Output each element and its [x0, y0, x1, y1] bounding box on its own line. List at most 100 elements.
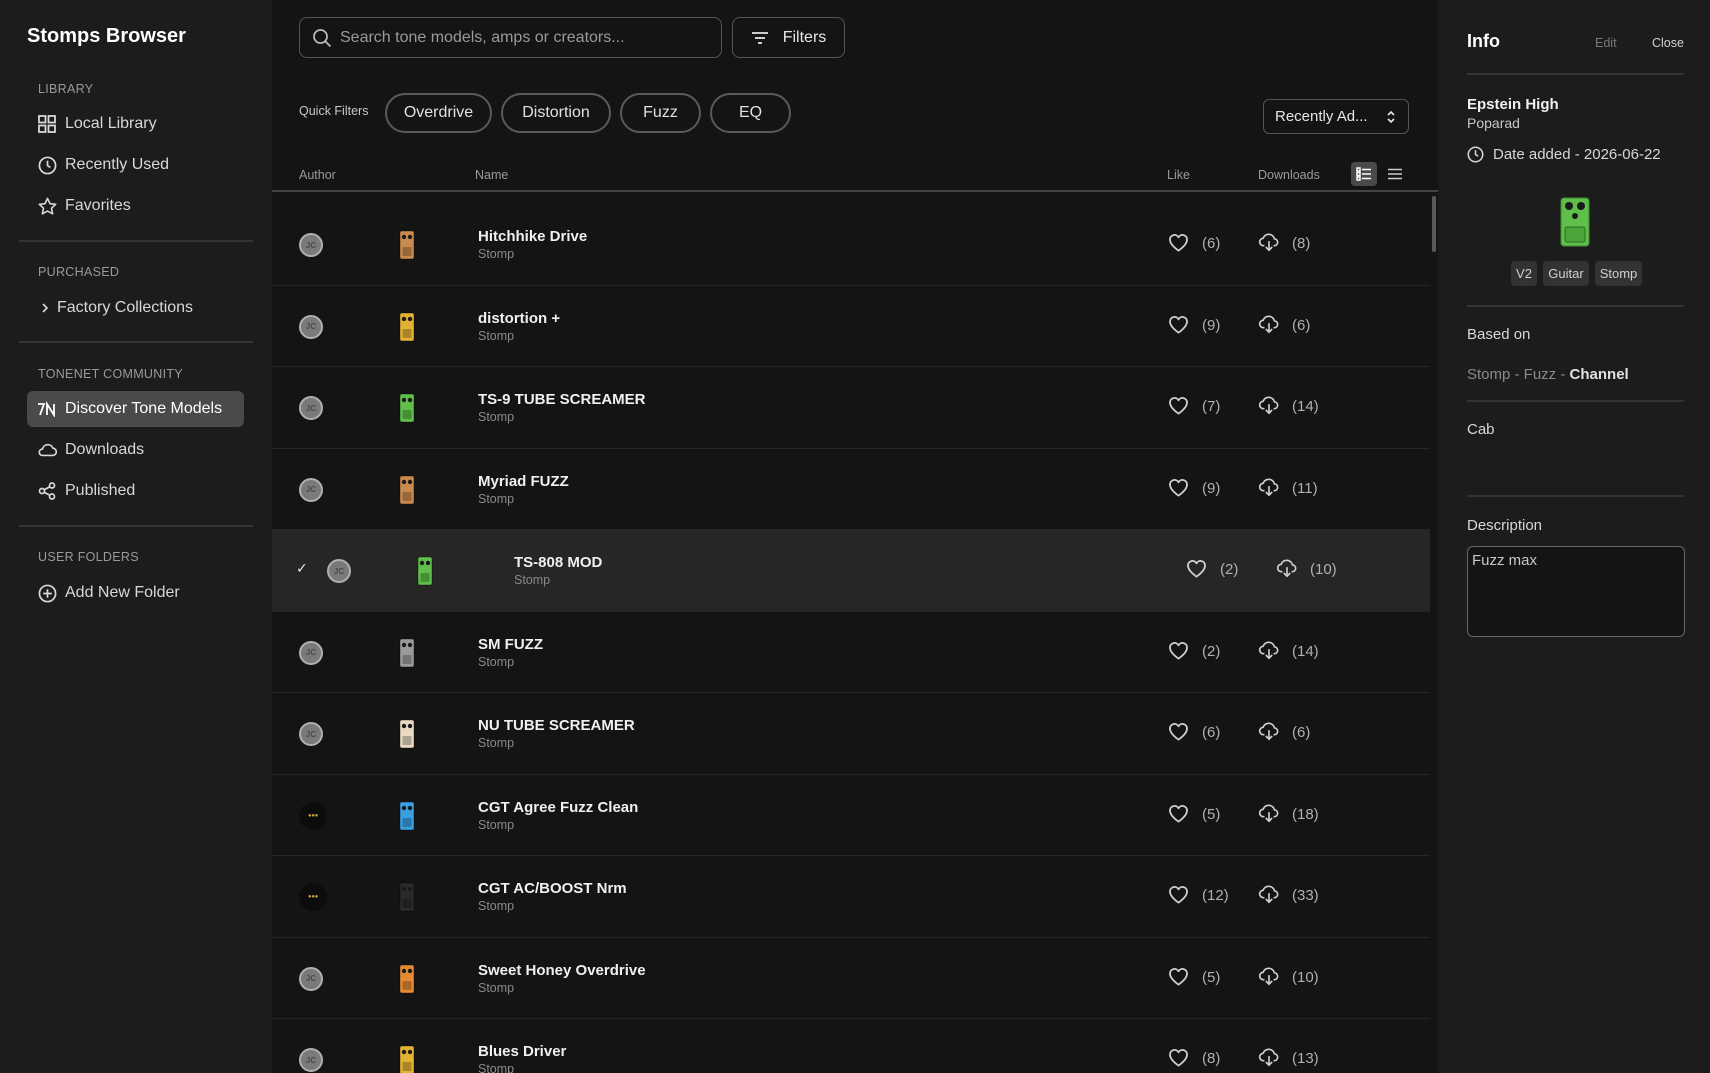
- section-title-purchased: PURCHASED: [38, 265, 120, 279]
- tone-model-type: Stomp: [478, 654, 515, 669]
- header-divider: [272, 190, 1438, 192]
- based-on-label: Based on: [1467, 326, 1531, 343]
- author-avatar: JC: [299, 396, 323, 420]
- heart-icon[interactable]: [1168, 315, 1189, 334]
- cloud-download-icon[interactable]: [1258, 477, 1280, 497]
- scrollbar-thumb[interactable]: [1432, 196, 1436, 252]
- cloud-download-icon[interactable]: [1258, 395, 1280, 415]
- pedal-thumbnail: [396, 392, 418, 424]
- plus-circle-icon: [37, 583, 57, 603]
- sort-value: Recently Ad...: [1275, 108, 1368, 125]
- filters-button[interactable]: Filters: [732, 17, 845, 58]
- table-row[interactable]: JC SM FUZZ Stomp (2) (14): [272, 612, 1430, 693]
- sidebar-item-factory-collections[interactable]: Factory Collections: [27, 290, 244, 326]
- quick-filter-fuzz[interactable]: Fuzz: [620, 93, 701, 133]
- heart-icon[interactable]: [1168, 233, 1189, 252]
- heart-icon[interactable]: [1168, 396, 1189, 415]
- date-added-text: Date added - 2026-06-22: [1493, 146, 1661, 163]
- sidebar-item-label: Published: [65, 482, 136, 499]
- chevron-right-icon: [39, 298, 51, 318]
- download-count: (8): [1292, 235, 1311, 252]
- download-count: (11): [1292, 479, 1318, 497]
- table-row[interactable]: ●●● CGT Agree Fuzz Clean Stomp (5) (18): [272, 775, 1430, 856]
- table-row[interactable]: JC Hitchhike Drive Stomp (6) (8): [272, 204, 1430, 286]
- divider: [19, 341, 253, 343]
- quick-filter-eq[interactable]: EQ: [710, 93, 791, 133]
- tone-model-type: Stomp: [478, 410, 515, 424]
- heart-icon[interactable]: [1168, 885, 1189, 904]
- sidebar-item-favorites[interactable]: Favorites: [27, 188, 244, 224]
- description-textarea[interactable]: Fuzz max: [1467, 546, 1685, 637]
- author-avatar: JC: [299, 314, 323, 339]
- pedal-thumbnail: [396, 881, 418, 913]
- sidebar-item-published[interactable]: Published: [27, 473, 244, 509]
- table-row[interactable]: JC Myriad FUZZ Stomp (9) (11): [272, 449, 1430, 530]
- sidebar-item-label: Discover Tone Models: [65, 400, 223, 417]
- detail-view-button[interactable]: [1351, 162, 1377, 186]
- column-header-like[interactable]: Like: [1167, 168, 1190, 182]
- sidebar-item-local-library[interactable]: Local Library: [27, 106, 244, 142]
- cloud-download-icon[interactable]: [1276, 558, 1298, 578]
- author-avatar: JC: [299, 640, 323, 665]
- table-row[interactable]: JC Sweet Honey Overdrive Stomp (5) (10): [272, 938, 1430, 1019]
- sidebar-item-recently-used[interactable]: Recently Used: [27, 147, 244, 183]
- cloud-download-icon[interactable]: [1258, 721, 1280, 741]
- add-new-folder-button[interactable]: Add New Folder: [27, 575, 244, 611]
- based-on-channel: Channel: [1569, 366, 1629, 383]
- sidebar-item-downloads[interactable]: Downloads: [27, 432, 244, 468]
- download-count: (6): [1292, 724, 1311, 741]
- heart-icon[interactable]: [1168, 641, 1189, 660]
- checkmark-icon: ✓: [296, 560, 308, 576]
- quick-filter-overdrive[interactable]: Overdrive: [385, 93, 492, 133]
- heart-icon[interactable]: [1168, 804, 1189, 823]
- like-count: (5): [1202, 968, 1221, 986]
- filters-label: Filters: [782, 28, 827, 46]
- model-author: Poparad: [1467, 115, 1520, 131]
- divider: [1467, 400, 1684, 402]
- search-box[interactable]: [299, 17, 722, 58]
- heart-icon[interactable]: [1168, 722, 1189, 741]
- cloud-download-icon[interactable]: [1258, 1047, 1280, 1067]
- tag-guitar: Guitar: [1543, 261, 1589, 286]
- column-header-downloads[interactable]: Downloads: [1258, 168, 1320, 182]
- sidebar-item-label: Add New Folder: [65, 584, 180, 601]
- heart-icon[interactable]: [1168, 478, 1189, 497]
- cloud-download-icon[interactable]: [1258, 884, 1280, 904]
- heart-icon[interactable]: [1168, 967, 1189, 986]
- heart-icon[interactable]: [1186, 559, 1207, 578]
- table-row[interactable]: JC Blues Driver Stomp (8) (13): [272, 1019, 1430, 1073]
- pedal-thumbnail: [396, 800, 418, 832]
- edit-button[interactable]: Edit: [1595, 36, 1617, 50]
- sort-select[interactable]: Recently Ad...: [1263, 99, 1409, 134]
- download-count: (13): [1292, 1050, 1319, 1067]
- share-icon: [37, 481, 57, 501]
- cloud-download-icon[interactable]: [1258, 640, 1280, 660]
- cloud-download-icon[interactable]: [1258, 803, 1280, 823]
- based-on-prefix: Stomp - Fuzz -: [1467, 366, 1570, 383]
- sidebar-item-label: Downloads: [65, 441, 145, 458]
- like-count: (6): [1202, 724, 1221, 741]
- tone-model-type: Stomp: [478, 817, 515, 832]
- pedal-thumbnail: [396, 718, 418, 750]
- sidebar-item-discover-tone-models[interactable]: Discover Tone Models: [27, 391, 244, 427]
- section-title-library: LIBRARY: [38, 82, 94, 96]
- table-row[interactable]: ●●● CGT AC/BOOST Nrm Stomp (12) (33): [272, 856, 1430, 938]
- cloud-download-icon[interactable]: [1258, 232, 1280, 252]
- quick-filter-distortion[interactable]: Distortion: [501, 93, 611, 133]
- column-header-author[interactable]: Author: [299, 168, 336, 182]
- cloud-download-icon[interactable]: [1258, 314, 1280, 334]
- table-row[interactable]: JC TS-9 TUBE SCREAMER Stomp (7) (14): [272, 367, 1430, 449]
- table-row[interactable]: JC distortion + Stomp (9) (6): [272, 286, 1430, 367]
- cloud-download-icon[interactable]: [1258, 966, 1280, 986]
- clock-icon: [1467, 146, 1484, 163]
- heart-icon[interactable]: [1168, 1048, 1189, 1067]
- updown-chevron-icon: [1386, 109, 1396, 125]
- search-input[interactable]: [340, 28, 700, 47]
- table-row[interactable]: JC NU TUBE SCREAMER Stomp (6) (6): [272, 693, 1430, 775]
- tone-model-name: CGT Agree Fuzz Clean: [478, 798, 639, 816]
- download-count: (14): [1292, 398, 1319, 415]
- compact-view-button[interactable]: [1382, 162, 1408, 186]
- column-header-name[interactable]: Name: [475, 168, 508, 182]
- close-button[interactable]: Close: [1652, 36, 1684, 50]
- table-row[interactable]: ✓ JC TS-808 MOD Stomp (2) (10): [272, 530, 1430, 612]
